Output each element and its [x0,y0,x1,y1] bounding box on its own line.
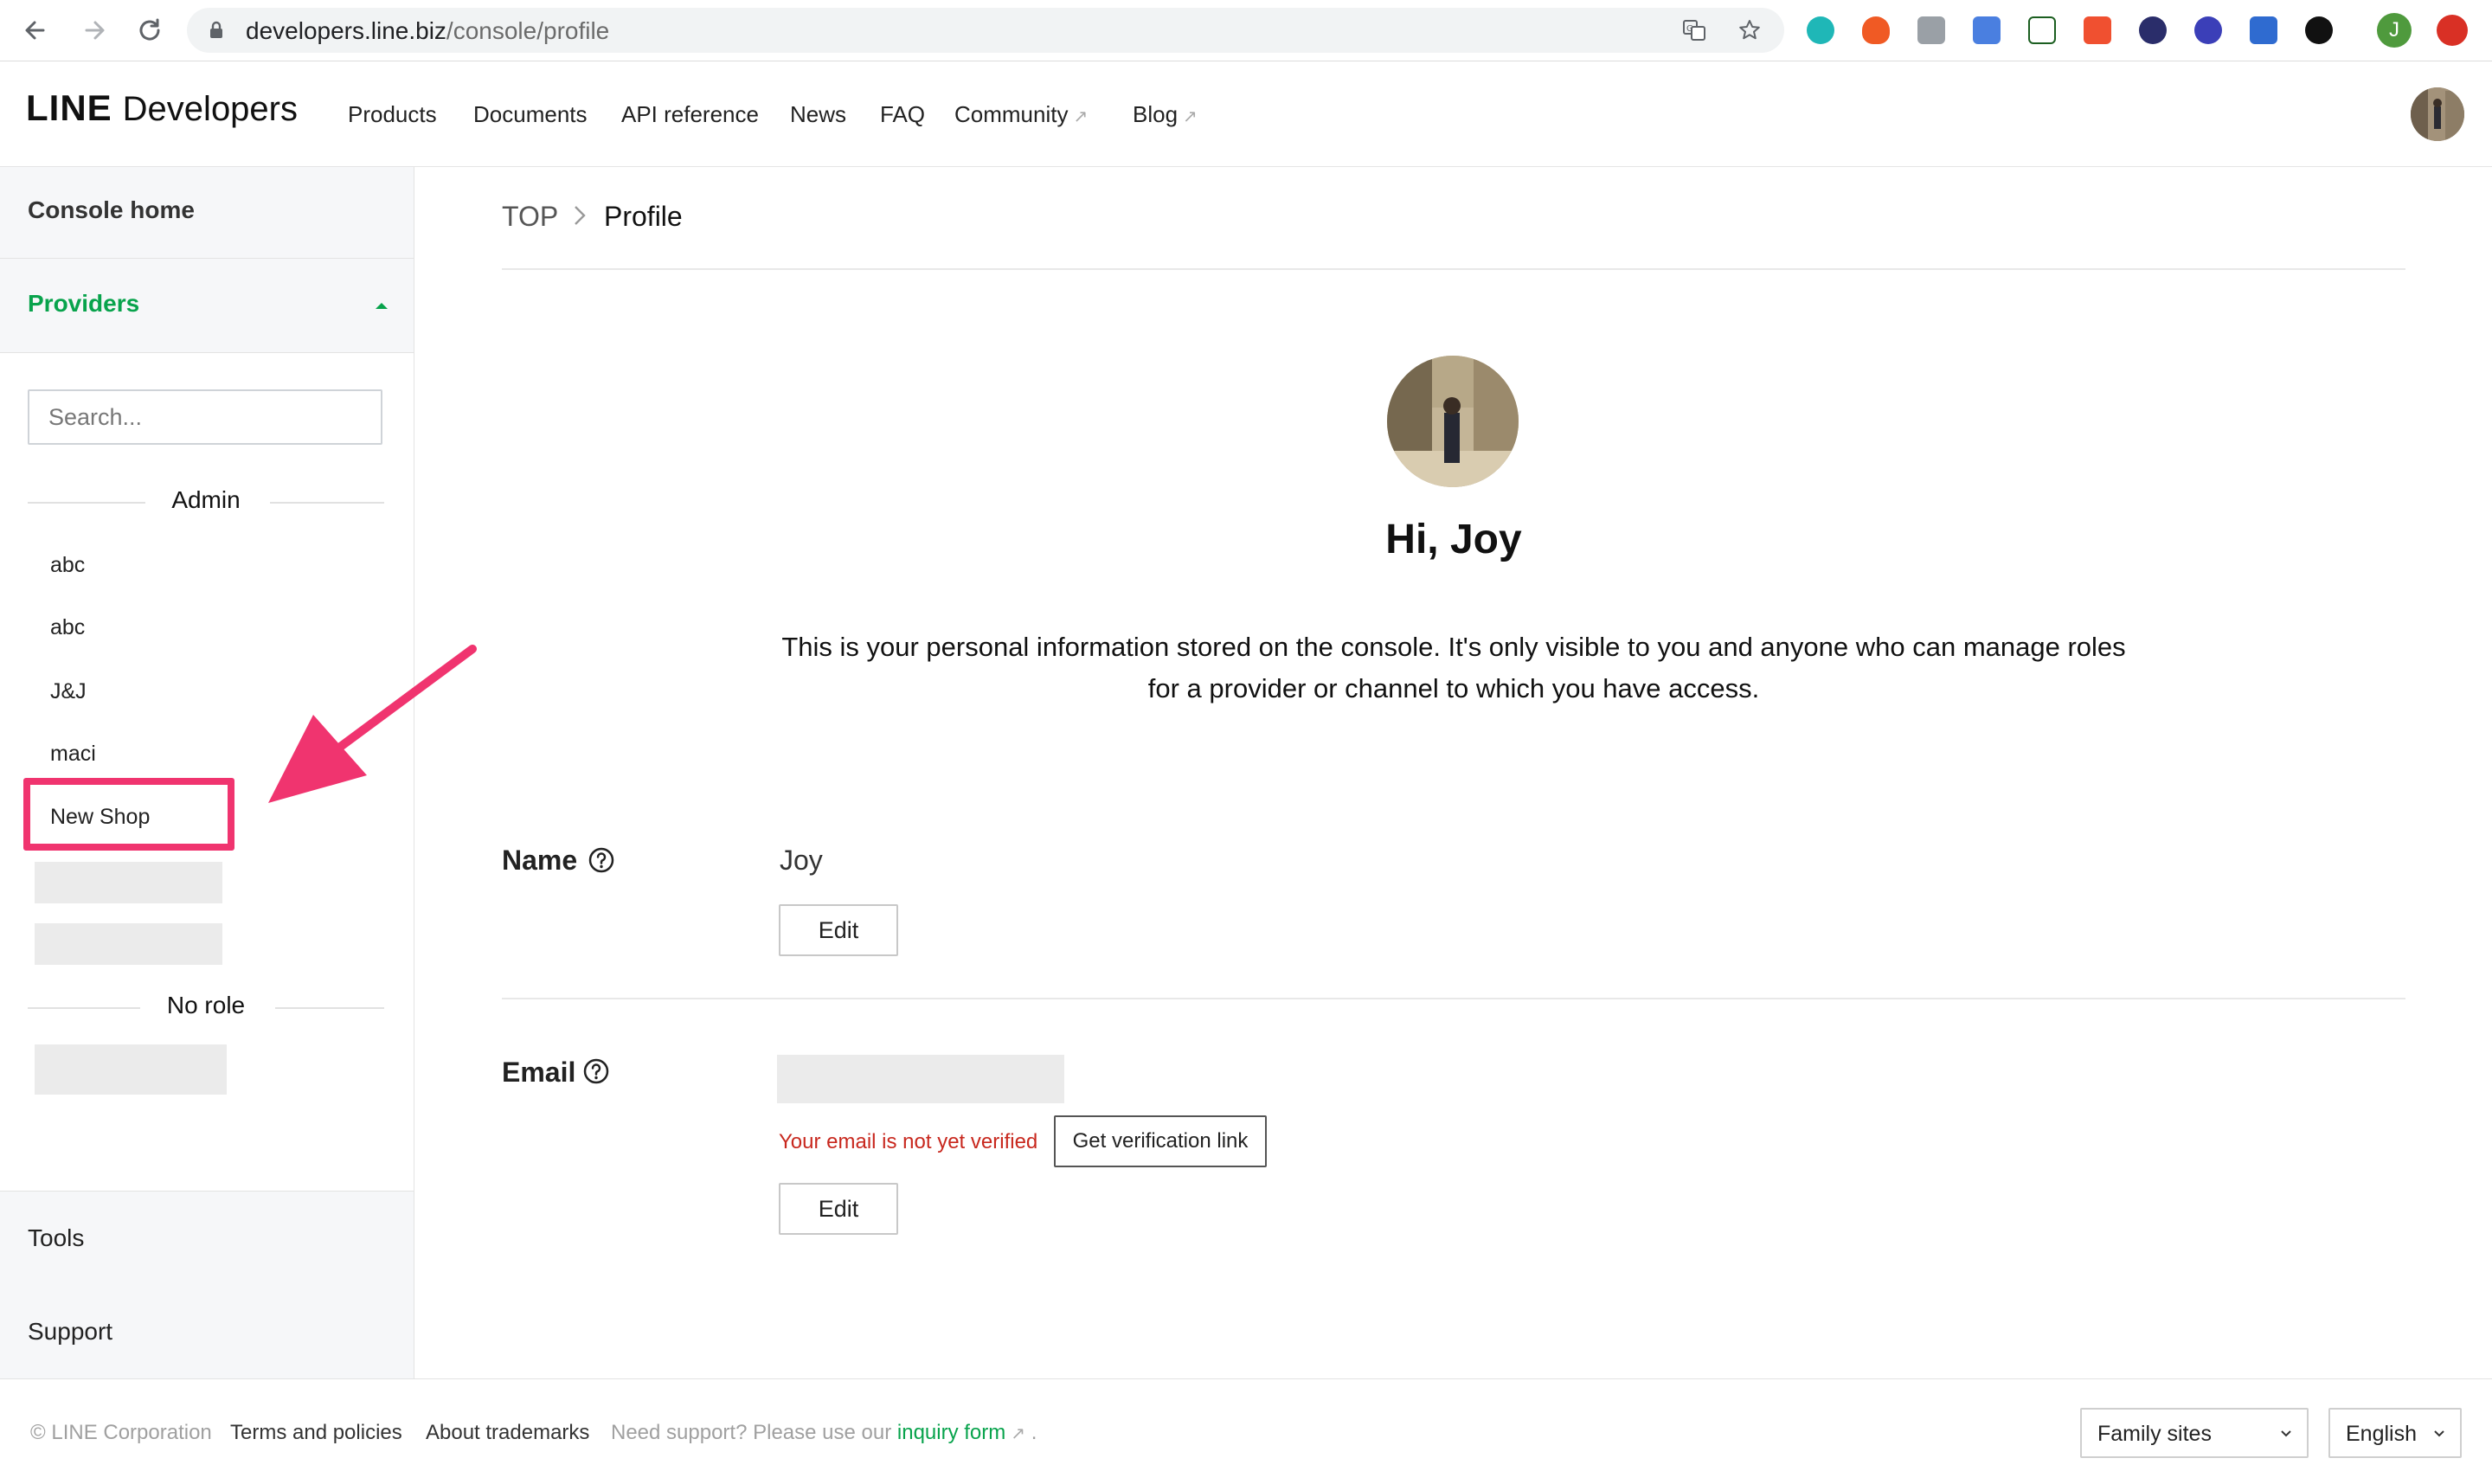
browser-profile-avatar[interactable]: J [2377,13,2412,48]
bookmark-star-icon[interactable] [1737,18,1762,42]
tools-label: Tools [28,1224,85,1251]
email-unverified-warning: Your email is not yet verified [779,1130,1038,1153]
chevron-down-icon [2281,1430,2291,1437]
forward-icon[interactable] [76,12,112,48]
admin-heading: Admin [171,486,241,513]
footer: © LINE Corporation Terms and policies Ab… [0,1378,2492,1484]
extension-icon-3[interactable] [1917,16,1945,44]
sidebar-item-providers[interactable]: Providers [0,259,414,353]
nav-products[interactable]: Products [348,101,437,128]
support-text: Need support? Please use our inquiry for… [611,1421,1037,1445]
annotation-arrow [268,645,477,803]
nav-blog[interactable]: Blog ↗ [1133,101,1198,128]
nav-documents[interactable]: Documents [473,101,588,128]
svg-text:G: G [1686,24,1693,34]
language-label: English [2346,1422,2417,1446]
extension-icon-5[interactable] [2028,16,2056,44]
chevron-right-icon [575,206,586,225]
provider-search-input[interactable] [28,389,382,445]
external-link-icon: ↗ [1011,1424,1026,1443]
lock-icon [210,21,222,38]
family-sites-label: Family sites [2097,1422,2212,1446]
url-text: developers.line.biz/console/profile [246,17,609,45]
translate-icon[interactable]: G [1682,18,1706,42]
question-circle-icon[interactable] [588,846,615,874]
no-role-section-heading: No role [28,990,384,1025]
name-value: Joy [780,845,823,876]
support-suffix: . [1031,1421,1037,1444]
extension-icon-6[interactable] [2084,16,2111,44]
provider-item[interactable]: J&J [50,679,87,704]
breadcrumb-current: Profile [604,201,683,232]
sidebar-item-support[interactable]: Support [0,1285,414,1379]
greeting-heading: Hi, Joy [1385,517,1522,562]
provider-item[interactable]: abc [50,553,85,578]
no-role-heading: No role [166,992,246,1018]
language-select[interactable]: English [2328,1408,2462,1458]
annotation-highlight-box [23,778,234,851]
admin-section-heading: Admin [28,485,384,519]
breadcrumb-top[interactable]: TOP [502,201,558,233]
nav-blog-label: Blog [1133,101,1179,127]
reload-icon[interactable] [132,12,168,48]
profile-description-line-2: for a provider or channel to which you h… [1147,673,1760,703]
profile-avatar [1387,356,1519,487]
inquiry-form-link[interactable]: inquiry form [897,1421,1005,1444]
extension-icon-9[interactable] [2250,16,2277,44]
back-icon[interactable] [17,12,54,48]
providers-label: Providers [28,290,140,317]
question-circle-icon[interactable] [582,1057,610,1085]
provider-item[interactable]: maci [50,742,96,767]
provider-item[interactable]: abc [50,615,85,640]
logo-developers: Developers [122,90,298,128]
terms-link[interactable]: Terms and policies [230,1421,402,1445]
edit-name-button[interactable]: Edit [779,904,898,956]
logo-line: LINE [26,87,112,128]
chevron-down-icon [2434,1430,2444,1437]
external-link-icon: ↗ [1073,107,1089,126]
profile-description: This is your personal information stored… [718,626,2189,710]
trademarks-link[interactable]: About trademarks [426,1421,589,1445]
extension-icon-4[interactable] [1973,16,2001,44]
sidebar-item-console-home[interactable]: Console home [0,167,414,259]
caret-up-icon [376,303,388,309]
nav-community[interactable]: Community ↗ [954,101,1088,128]
address-bar[interactable]: developers.line.biz/console/profile G [187,8,1784,53]
console-home-label: Console home [28,196,195,223]
edit-email-button[interactable]: Edit [779,1183,898,1235]
nav-news[interactable]: News [790,101,846,128]
name-label: Name [502,845,578,876]
sidebar-item-tools[interactable]: Tools [0,1191,414,1286]
browser-toolbar: developers.line.biz/console/profile G J [0,0,2492,61]
url-path: /console/profile [446,17,610,44]
extension-icon-2[interactable] [1862,16,1890,44]
support-prefix: Need support? Please use our [611,1421,892,1444]
copyright: © LINE Corporation [30,1421,212,1444]
extension-icon-7[interactable] [2139,16,2167,44]
extension-icon-10[interactable] [2305,16,2333,44]
redacted-provider-item[interactable] [35,1044,227,1095]
get-verification-link-button[interactable]: Get verification link [1054,1115,1267,1167]
url-host: developers.line.biz [246,17,446,44]
extension-icon-8[interactable] [2194,16,2222,44]
email-label: Email [502,1057,576,1088]
nav-faq[interactable]: FAQ [880,101,925,128]
site-header: LINE Developers Products Documents API re… [0,61,2492,167]
redacted-email-value [777,1055,1064,1103]
family-sites-select[interactable]: Family sites [2080,1408,2309,1458]
redacted-provider-item[interactable] [35,862,222,903]
user-avatar[interactable] [2411,87,2464,141]
divider [502,268,2405,270]
extension-icon-1[interactable] [1807,16,1834,44]
profile-description-line-1: This is your personal information stored… [781,632,2126,662]
nav-community-label: Community [954,101,1069,127]
nav-api-reference[interactable]: API reference [621,101,759,128]
external-link-icon: ↗ [1183,107,1198,126]
support-label: Support [28,1318,113,1345]
update-icon[interactable] [2437,15,2468,46]
line-developers-logo[interactable]: LINE Developers [26,87,298,129]
divider [502,998,2405,999]
redacted-provider-item[interactable] [35,923,222,965]
